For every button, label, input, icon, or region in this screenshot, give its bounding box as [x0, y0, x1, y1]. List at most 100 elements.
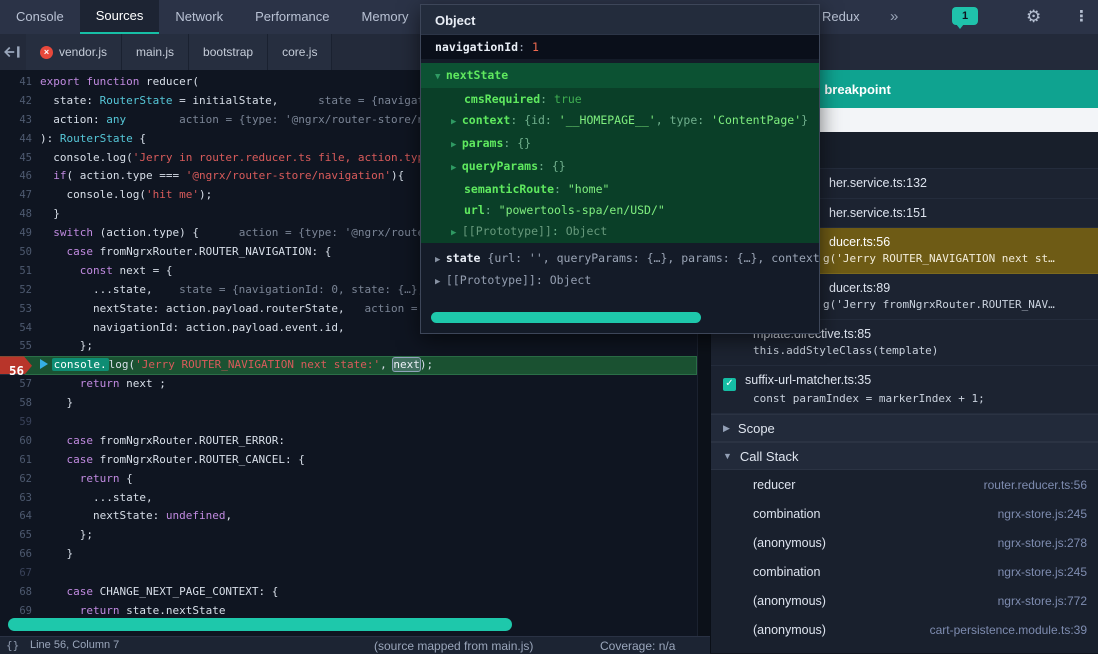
code-text[interactable]: ...state,: [40, 489, 697, 508]
line-number[interactable]: 60: [0, 432, 40, 451]
line-number[interactable]: 63: [0, 489, 40, 508]
line-number[interactable]: 54: [0, 319, 40, 338]
more-tabs-icon[interactable]: »: [890, 0, 898, 33]
editor-horizontal-scrollbar[interactable]: [8, 618, 512, 631]
code-line-60[interactable]: 60 case fromNgrxRouter.ROUTER_ERROR:: [0, 432, 697, 451]
call-stack-frame[interactable]: combinationngrx-store.js:245: [711, 557, 1098, 586]
file-tab-vendor-js[interactable]: ×vendor.js: [26, 34, 122, 70]
line-number[interactable]: 41: [0, 73, 40, 92]
code-line-62[interactable]: 62 return {: [0, 470, 697, 489]
expand-caret-icon[interactable]: ▶: [435, 255, 446, 265]
scope-section-header[interactable]: ▶ Scope: [711, 414, 1098, 442]
code-text[interactable]: case fromNgrxRouter.ROUTER_ERROR:: [40, 432, 697, 451]
expand-caret-icon[interactable]: ▼: [435, 72, 446, 82]
file-tab-bootstrap[interactable]: bootstrap: [189, 34, 268, 70]
line-number[interactable]: 51: [0, 262, 40, 281]
popup-property-row[interactable]: semanticRoute: "home": [421, 178, 819, 199]
code-line-56[interactable]: 56 console.log('Jerry ROUTER_NAVIGATION …: [0, 356, 697, 375]
breakpoint-entry[interactable]: ✓suffix-url-matcher.ts:35const paramInde…: [711, 366, 1098, 414]
tab-memory[interactable]: Memory: [346, 0, 425, 34]
popup-property-row[interactable]: url: "powertools-spa/en/USD/": [421, 199, 819, 220]
call-stack-frame[interactable]: combinationngrx-store.js:245: [711, 499, 1098, 528]
code-text[interactable]: }: [40, 394, 697, 413]
popup-property-row[interactable]: ▶ queryParams: {}: [421, 155, 819, 178]
tab-console[interactable]: Console: [0, 0, 80, 34]
line-number[interactable]: 48: [0, 205, 40, 224]
popup-property-row[interactable]: cmsRequired: true: [421, 88, 819, 109]
line-number[interactable]: 59: [0, 413, 40, 432]
popup-property-row[interactable]: ▶ state {url: '', queryParams: {…}, para…: [421, 248, 819, 270]
popup-horizontal-scrollbar[interactable]: [431, 312, 701, 323]
expand-caret-icon[interactable]: ▶: [451, 117, 462, 127]
call-stack-frame[interactable]: (anonymous)cart-persistence.module.ts:39: [711, 615, 1098, 644]
code-text[interactable]: console.log('Jerry ROUTER_NAVIGATION nex…: [32, 356, 697, 375]
chevron-down-icon[interactable]: ▼: [723, 451, 732, 461]
line-number[interactable]: 52: [0, 281, 40, 300]
gear-icon[interactable]: ⚙: [1026, 0, 1041, 34]
line-number[interactable]: 62: [0, 470, 40, 489]
navigator-toggle-icon[interactable]: [2, 43, 22, 61]
format-code-icon[interactable]: {}: [6, 639, 19, 652]
popup-property-row[interactable]: ▼ nextState: [421, 63, 819, 88]
call-stack-frame[interactable]: (anonymous)ngrx-store.js:772: [711, 586, 1098, 615]
code-line-66[interactable]: 66 }: [0, 545, 697, 564]
expand-caret-icon[interactable]: ▶: [435, 277, 446, 287]
line-number[interactable]: 58: [0, 394, 40, 413]
code-text[interactable]: [40, 413, 697, 432]
line-number[interactable]: 50: [0, 243, 40, 262]
code-line-65[interactable]: 65 };: [0, 526, 697, 545]
popup-property-row[interactable]: navigationId: 1: [421, 35, 819, 59]
line-number[interactable]: 65: [0, 526, 40, 545]
line-number[interactable]: 49: [0, 224, 40, 243]
line-number[interactable]: 43: [0, 111, 40, 130]
code-line-64[interactable]: 64 nextState: undefined,: [0, 507, 697, 526]
code-text[interactable]: };: [40, 526, 697, 545]
line-number[interactable]: 44: [0, 130, 40, 149]
code-line-67[interactable]: 67: [0, 564, 697, 583]
popup-property-row[interactable]: ▶ params: {}: [421, 132, 819, 155]
code-text[interactable]: }: [40, 545, 697, 564]
code-line-55[interactable]: 55 };: [0, 337, 697, 356]
call-stack-section-header[interactable]: ▼ Call Stack: [711, 442, 1098, 470]
file-tab-core-js[interactable]: core.js: [268, 34, 332, 70]
code-line-57[interactable]: 57 return next ;: [0, 375, 697, 394]
code-text[interactable]: case CHANGE_NEXT_PAGE_CONTEXT: {: [40, 583, 697, 602]
expand-caret-icon[interactable]: ▶: [451, 140, 462, 150]
code-text[interactable]: [40, 564, 697, 583]
code-text[interactable]: return next ;: [40, 375, 697, 394]
tab-redux[interactable]: Redux: [822, 0, 860, 34]
code-text[interactable]: case fromNgrxRouter.ROUTER_CANCEL: {: [40, 451, 697, 470]
line-number[interactable]: 68: [0, 583, 40, 602]
line-number[interactable]: 46: [0, 167, 40, 186]
expand-caret-icon[interactable]: ▶: [451, 163, 462, 173]
line-number[interactable]: 57: [0, 375, 40, 394]
console-messages-icon[interactable]: 1: [952, 7, 978, 25]
line-number[interactable]: 56: [0, 356, 32, 375]
line-number[interactable]: 53: [0, 300, 40, 319]
call-stack-frame[interactable]: reducerrouter.reducer.ts:56: [711, 470, 1098, 499]
line-number[interactable]: 47: [0, 186, 40, 205]
breakpoint-checkbox-icon[interactable]: ✓: [723, 378, 736, 391]
code-text[interactable]: return {: [40, 470, 697, 489]
line-number[interactable]: 67: [0, 564, 40, 583]
call-stack-frame[interactable]: (anonymous)ngrx-store.js:278: [711, 528, 1098, 557]
code-line-68[interactable]: 68 case CHANGE_NEXT_PAGE_CONTEXT: {: [0, 583, 697, 602]
line-number[interactable]: 42: [0, 92, 40, 111]
line-number[interactable]: 64: [0, 507, 40, 526]
code-text[interactable]: nextState: undefined,: [40, 507, 697, 526]
file-tab-main-js[interactable]: main.js: [122, 34, 189, 70]
line-number[interactable]: 66: [0, 545, 40, 564]
tab-performance[interactable]: Performance: [239, 0, 345, 34]
line-number[interactable]: 55: [0, 337, 40, 356]
popup-property-row[interactable]: ▶ [[Prototype]]: Object: [421, 220, 819, 243]
code-line-61[interactable]: 61 case fromNgrxRouter.ROUTER_CANCEL: {: [0, 451, 697, 470]
line-number[interactable]: 45: [0, 149, 40, 168]
popup-property-row[interactable]: ▶ [[Prototype]]: Object: [421, 270, 819, 292]
chevron-right-icon[interactable]: ▶: [723, 423, 730, 434]
line-number[interactable]: 61: [0, 451, 40, 470]
code-line-63[interactable]: 63 ...state,: [0, 489, 697, 508]
kebab-menu-icon[interactable]: ⋮: [1074, 0, 1089, 34]
popup-property-row[interactable]: ▶ context: {id: '__HOMEPAGE__', type: 'C…: [421, 109, 819, 132]
expand-caret-icon[interactable]: ▶: [451, 228, 462, 238]
tab-network[interactable]: Network: [159, 0, 239, 34]
